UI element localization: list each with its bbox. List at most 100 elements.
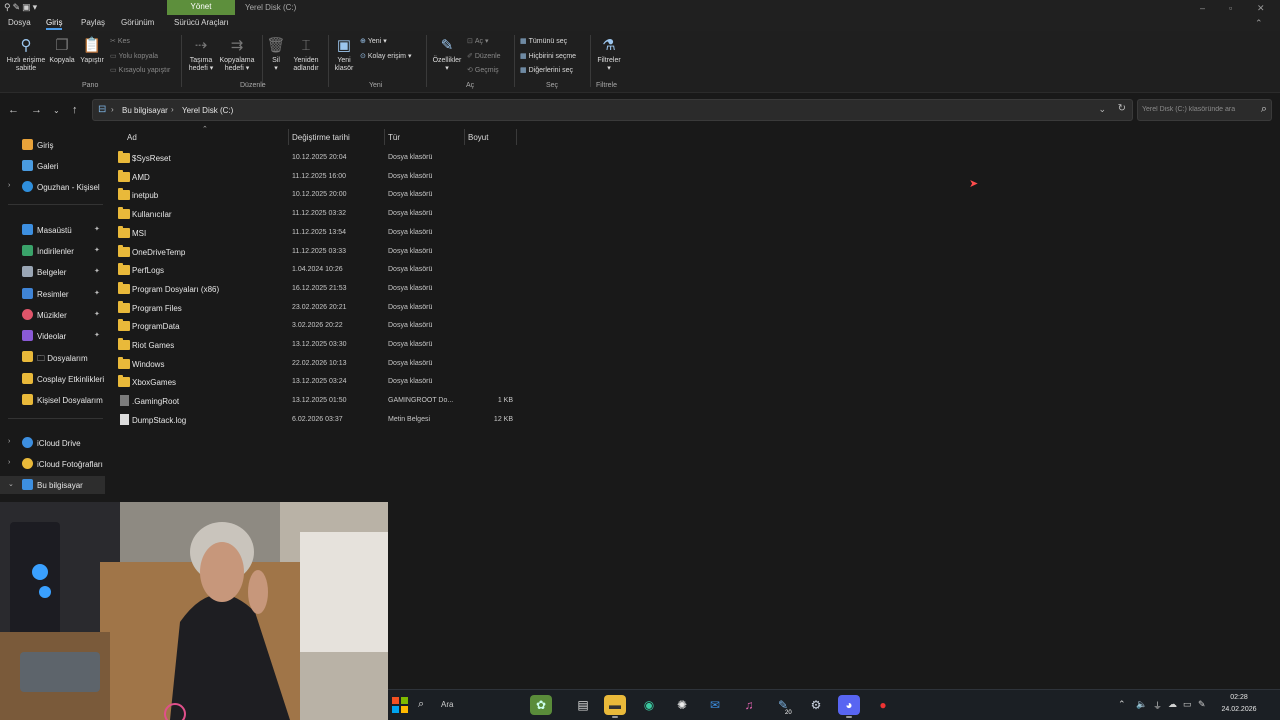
sidebar-item-pictures[interactable]: Resimler ✦: [0, 285, 105, 303]
column-size[interactable]: Boyut: [468, 133, 488, 142]
properties-icon[interactable]: ✎: [13, 2, 23, 12]
chevron-down-icon[interactable]: ▾: [33, 2, 40, 12]
delete-button[interactable]: 🗑 Sil ▾: [266, 37, 286, 73]
pin-icon[interactable]: ✦: [94, 246, 100, 254]
sidebar-item-icloud-photos[interactable]: › iCloud Fotoğrafları: [0, 455, 105, 473]
recent-locations-chevron-icon[interactable]: ⌄: [53, 106, 60, 115]
new-item-button[interactable]: ⊕ Yeni ▾: [360, 37, 387, 45]
chevron-right-icon[interactable]: ›: [8, 438, 10, 445]
sidebar-item-desktop[interactable]: Masaüstü ✦: [0, 221, 105, 239]
sidebar-item-downloads[interactable]: İndirilenler ✦: [0, 242, 105, 260]
tab-paylas[interactable]: Paylaş: [81, 18, 105, 27]
rename-button[interactable]: ⌶ Yeniden adlandır: [289, 37, 323, 73]
history-button[interactable]: ⟲ Geçmiş: [467, 66, 499, 74]
back-arrow-icon[interactable]: ←: [8, 104, 19, 116]
tab-giris[interactable]: Giriş: [46, 18, 63, 30]
search-icon[interactable]: ⌕: [418, 698, 424, 711]
sidebar-item-this-pc[interactable]: ⌄ Bu bilgisayar: [0, 476, 105, 494]
address-dropdown-icon[interactable]: ⌄: [1098, 104, 1106, 115]
column-separator[interactable]: [384, 129, 385, 145]
sidebar-item-dosyalarim[interactable]: 🗀 Dosyalarım: [0, 348, 105, 366]
obs-icon[interactable]: ●: [872, 695, 894, 715]
tab-surucu-araclari[interactable]: Sürücü Araçları: [174, 18, 229, 27]
column-separator[interactable]: [516, 129, 517, 145]
sidebar-item-gallery[interactable]: Galeri: [0, 157, 105, 175]
file-row[interactable]: ProgramData 3.02.2026 20:22 Dosya klasör…: [107, 317, 527, 335]
file-row[interactable]: .GamingRoot 13.12.2025 01:50 GAMINGROOT …: [107, 392, 527, 410]
properties-button[interactable]: ✎ Özellikler ▾: [430, 37, 464, 73]
sidebar-item-documents[interactable]: Belgeler ✦: [0, 263, 105, 281]
column-name[interactable]: Ad: [127, 133, 137, 142]
breadcrumb-local-disk[interactable]: Yerel Disk (C:): [182, 106, 233, 115]
file-row[interactable]: PerfLogs 1.04.2024 10:26 Dosya klasörü: [107, 261, 527, 279]
sidebar-item-onedrive[interactable]: › Oguzhan - Kişisel: [0, 178, 105, 196]
chevron-right-icon[interactable]: ›: [8, 182, 10, 189]
sidebar-item-kisisel[interactable]: Kişisel Dosyalarım: [0, 391, 105, 409]
column-separator[interactable]: [464, 129, 465, 145]
chatgpt-icon[interactable]: ✺: [671, 695, 693, 715]
new-folder-icon[interactable]: ▣: [22, 2, 33, 12]
forward-arrow-icon[interactable]: →: [31, 104, 42, 116]
chevron-right-icon[interactable]: ›: [8, 459, 10, 466]
app-with-badge-icon[interactable]: ✎ 20: [772, 695, 794, 716]
itunes-icon[interactable]: ♫: [738, 695, 760, 715]
tab-gorunum[interactable]: Görünüm: [121, 18, 154, 27]
copy-path-button[interactable]: ▭ Yolu kopyala: [110, 52, 158, 60]
file-explorer-icon[interactable]: ▬: [604, 695, 626, 718]
pin-icon[interactable]: ✦: [94, 310, 100, 318]
file-row[interactable]: $SysReset 10.12.2025 20:04 Dosya klasörü: [107, 149, 527, 167]
sidebar-item-icloud-drive[interactable]: › iCloud Drive: [0, 434, 105, 452]
sidebar-item-home[interactable]: Giriş: [0, 136, 105, 154]
game-app-icon[interactable]: ✿: [530, 695, 552, 715]
file-row[interactable]: Riot Games 13.12.2025 03:30 Dosya klasör…: [107, 336, 527, 354]
tray-usb-icon[interactable]: ⏚: [1153, 699, 1162, 712]
discord-icon[interactable]: ◕: [838, 695, 860, 718]
chevron-down-icon[interactable]: ⌄: [8, 480, 14, 488]
tray-network-icon[interactable]: ▭: [1183, 699, 1192, 710]
file-row[interactable]: AMD 11.12.2025 16:00 Dosya klasörü: [107, 168, 527, 186]
minimize-button[interactable]: –: [1200, 3, 1205, 13]
taskbar-search-label[interactable]: Ara: [441, 700, 453, 709]
file-row[interactable]: OneDriveTemp 11.12.2025 03:33 Dosya klas…: [107, 243, 527, 261]
manage-tab[interactable]: Yönet: [167, 0, 235, 15]
new-folder-button[interactable]: ▣ Yeni klasör: [332, 37, 356, 73]
ribbon-expand-icon[interactable]: ⌃: [1255, 18, 1263, 29]
tray-speaker-icon[interactable]: 🔈: [1136, 699, 1147, 710]
file-row[interactable]: inetpub 10.12.2025 20:00 Dosya klasörü: [107, 186, 527, 204]
tray-pen-icon[interactable]: ✎: [1198, 699, 1206, 710]
open-button[interactable]: ⊡ Aç ▾: [467, 37, 489, 45]
tab-dosya[interactable]: Dosya: [8, 18, 31, 27]
search-icon[interactable]: ⌕: [1261, 103, 1267, 116]
copy-to-button[interactable]: ⇉ Kopyalama hedefi ▾: [217, 37, 257, 73]
easy-access-button[interactable]: ⊙ Kolay erişim ▾: [360, 52, 411, 60]
file-row[interactable]: Program Dosyaları (x86) 16.12.2025 21:53…: [107, 280, 527, 298]
sidebar-item-videos[interactable]: Videolar ✦: [0, 327, 105, 345]
pin-quick-access-button[interactable]: ⚲ Hızlı erişime sabitle: [3, 37, 49, 73]
move-to-button[interactable]: ⇢ Taşıma hedefi ▾: [186, 37, 216, 73]
file-manager-app-icon[interactable]: ▤: [572, 695, 594, 715]
edge-icon[interactable]: ◉: [638, 695, 660, 715]
clock-time[interactable]: 02:28: [1217, 694, 1261, 701]
file-row[interactable]: MSI 11.12.2025 13:54 Dosya klasörü: [107, 224, 527, 242]
mail-icon[interactable]: ✉: [704, 695, 726, 715]
restore-button[interactable]: ▫: [1229, 3, 1232, 13]
edit-button[interactable]: ✐ Düzenle: [467, 52, 501, 60]
pin-icon[interactable]: ✦: [94, 289, 100, 297]
address-bar[interactable]: ⊟ › Bu bilgisayar › Yerel Disk (C:) ⌄ ↻: [92, 99, 1133, 121]
file-row[interactable]: DumpStack.log 6.02.2026 03:37 Metin Belg…: [107, 411, 527, 429]
file-row[interactable]: Program Files 23.02.2026 20:21 Dosya kla…: [107, 299, 527, 317]
pin-icon[interactable]: ✦: [94, 331, 100, 339]
cut-button[interactable]: ✂ Kes: [110, 37, 130, 45]
sidebar-item-music[interactable]: Müzikler ✦: [0, 306, 105, 324]
close-button[interactable]: ✕: [1257, 3, 1265, 14]
clock-date[interactable]: 24.02.2026: [1217, 706, 1261, 713]
sidebar-item-cosplay[interactable]: Cosplay Etkinlikleri: [0, 370, 105, 388]
steam-icon[interactable]: ⚙: [805, 695, 827, 715]
up-arrow-icon[interactable]: ↑: [72, 104, 78, 116]
select-all-button[interactable]: ▦ Tümünü seç: [520, 37, 567, 45]
file-row[interactable]: Kullanıcılar 11.12.2025 03:32 Dosya klas…: [107, 205, 527, 223]
paste-shortcut-button[interactable]: ▭ Kısayolu yapıştır: [110, 66, 170, 74]
search-input[interactable]: Yerel Disk (C:) klasöründe ara ⌕: [1137, 99, 1272, 121]
invert-selection-button[interactable]: ▦ Diğerlerini seç: [520, 66, 573, 74]
pin-icon[interactable]: ✦: [94, 267, 100, 275]
